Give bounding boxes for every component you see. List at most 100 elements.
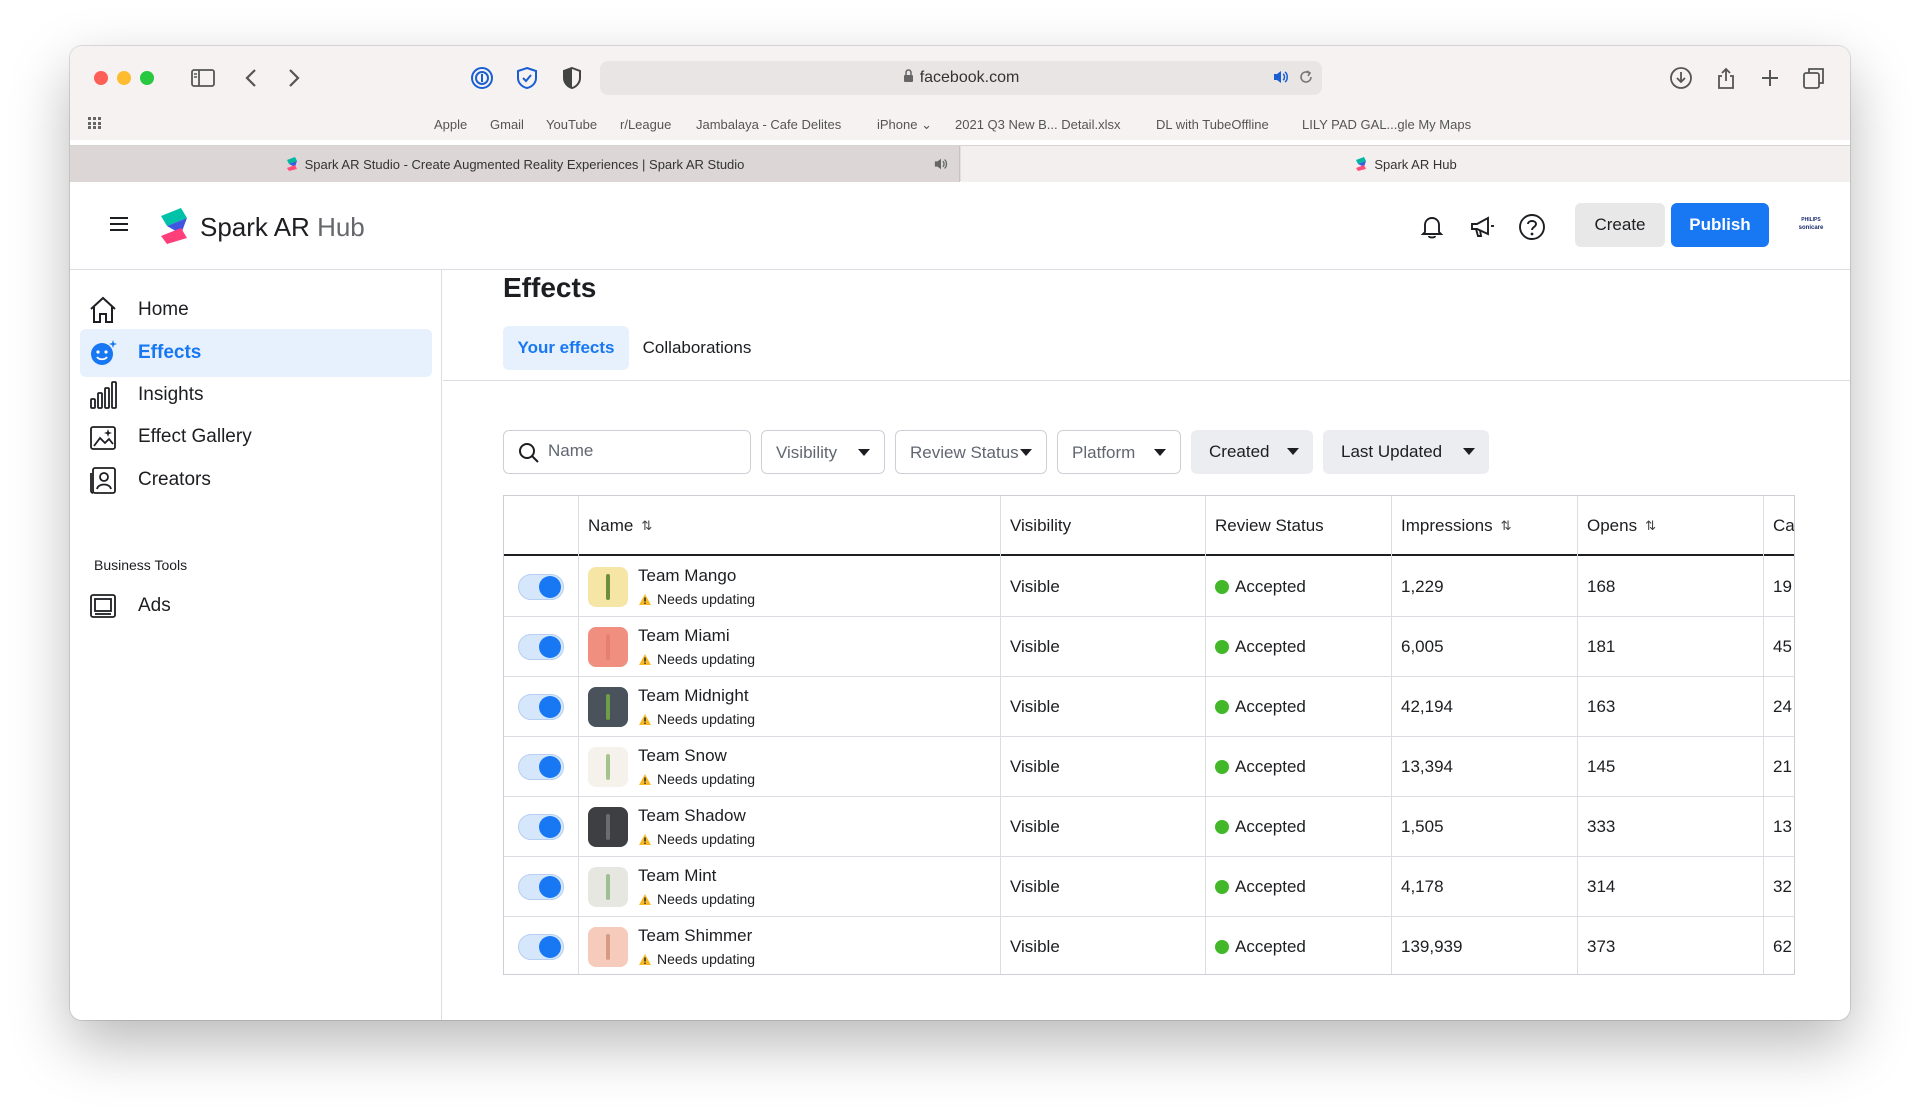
- privacy-shield-icon[interactable]: [559, 65, 585, 91]
- sidebar-item-effects[interactable]: Effects: [80, 329, 432, 377]
- effect-thumbnail[interactable]: [588, 747, 628, 787]
- effect-thumbnail[interactable]: [588, 687, 628, 727]
- toothbrush-stick: [606, 874, 610, 900]
- sort-icon[interactable]: ⇅: [641, 518, 652, 534]
- sort-icon[interactable]: ⇅: [1501, 518, 1512, 534]
- bookmark-link[interactable]: DL with TubeOffline: [1156, 117, 1269, 132]
- search-box[interactable]: [503, 430, 751, 474]
- table-row[interactable]: Team Snow Needs updating Visible Accepted 13…: [504, 737, 1794, 797]
- effect-enabled-toggle[interactable]: [518, 874, 564, 900]
- toggle-knob: [539, 576, 561, 598]
- tab-your-effects[interactable]: Your effects: [503, 326, 629, 370]
- effect-name[interactable]: Team Shimmer: [638, 926, 752, 946]
- table-row[interactable]: Team Shimmer Needs updating Visible Accepte…: [504, 917, 1794, 974]
- effect-thumbnail[interactable]: [588, 627, 628, 667]
- effect-enabled-toggle[interactable]: [518, 574, 564, 600]
- effect-thumbnail[interactable]: [588, 567, 628, 607]
- page-title: Effects: [503, 272, 597, 303]
- menu-icon[interactable]: [108, 215, 130, 238]
- close-window-button[interactable]: [94, 71, 108, 85]
- tab-audio-icon[interactable]: [933, 157, 949, 174]
- column-header-name[interactable]: Name ⇅: [578, 496, 652, 556]
- column-header-visibility: Visibility: [1000, 496, 1071, 556]
- effect-name[interactable]: Team Mango: [638, 566, 736, 586]
- sidebar-item-home[interactable]: Home: [80, 286, 432, 334]
- effect-enabled-toggle[interactable]: [518, 934, 564, 960]
- sidebar-toggle-icon[interactable]: [190, 65, 216, 91]
- sidebar-item-effect-gallery[interactable]: Effect Gallery: [80, 413, 432, 461]
- back-icon[interactable]: [238, 65, 264, 91]
- password-manager-icon[interactable]: [469, 65, 495, 91]
- effect-thumbnail[interactable]: [588, 867, 628, 907]
- sidebar-item-ads[interactable]: Ads: [80, 582, 432, 630]
- bookmark-link[interactable]: LILY PAD GAL...gle My Maps: [1302, 117, 1471, 132]
- bookmark-folder[interactable]: iPhone ⌄: [877, 117, 932, 133]
- platform-filter-dropdown[interactable]: Platform: [1057, 430, 1181, 474]
- new-tab-icon[interactable]: [1757, 65, 1783, 91]
- account-brand-avatar[interactable]: PHILIPS sonicare: [1792, 216, 1830, 236]
- created-sort-dropdown[interactable]: Created: [1191, 430, 1313, 474]
- table-row[interactable]: Team Shadow Needs updating Visible Accepted…: [504, 797, 1794, 857]
- zoom-window-button[interactable]: [140, 71, 154, 85]
- column-header-opens[interactable]: Opens ⇅: [1577, 496, 1656, 556]
- create-button[interactable]: Create: [1575, 203, 1665, 247]
- bookmark-link[interactable]: YouTube: [546, 117, 597, 132]
- table-row[interactable]: Team Midnight Needs updating Visible Accept…: [504, 677, 1794, 737]
- notifications-bell-icon[interactable]: [1418, 213, 1446, 241]
- spark-tab-icon: [1356, 157, 1367, 171]
- sidebar-item-creators[interactable]: Creators: [80, 456, 432, 504]
- caret-down-icon: [1463, 448, 1475, 455]
- speaker-icon[interactable]: [1272, 69, 1290, 90]
- forward-icon[interactable]: [281, 65, 307, 91]
- status-dot-icon: [1215, 879, 1229, 894]
- impressions-cell: 1,505: [1401, 816, 1444, 836]
- publish-button[interactable]: Publish: [1671, 203, 1769, 247]
- effect-enabled-toggle[interactable]: [518, 754, 564, 780]
- column-header-impressions[interactable]: Impressions ⇅: [1391, 496, 1512, 556]
- effect-enabled-toggle[interactable]: [518, 814, 564, 840]
- effect-thumbnail[interactable]: [588, 927, 628, 967]
- visibility-cell: Visible: [1010, 876, 1060, 896]
- help-icon[interactable]: [1518, 213, 1546, 241]
- effect-name[interactable]: Team Mint: [638, 866, 716, 886]
- last-updated-sort-dropdown[interactable]: Last Updated: [1323, 430, 1489, 474]
- toothbrush-stick: [606, 934, 610, 960]
- bookmark-link[interactable]: r/League: [620, 117, 671, 132]
- sidebar-item-insights[interactable]: Insights: [80, 371, 432, 419]
- review-status-filter-dropdown[interactable]: Review Status: [895, 430, 1047, 474]
- column-header-label: Impressions: [1401, 516, 1493, 535]
- effect-name[interactable]: Team Snow: [638, 746, 727, 766]
- effect-enabled-toggle[interactable]: [518, 694, 564, 720]
- caret-down-icon: [1287, 448, 1299, 455]
- tab-overview-icon[interactable]: [1801, 65, 1827, 91]
- shield-check-icon[interactable]: [514, 65, 540, 91]
- announcements-megaphone-icon[interactable]: [1468, 213, 1496, 241]
- effect-name[interactable]: Team Midnight: [638, 686, 749, 706]
- apps-grid-icon[interactable]: [88, 117, 104, 132]
- bookmark-link[interactable]: 2021 Q3 New B... Detail.xlsx: [955, 117, 1120, 132]
- effect-enabled-toggle[interactable]: [518, 634, 564, 660]
- visibility-filter-dropdown[interactable]: Visibility: [761, 430, 885, 474]
- effect-thumbnail[interactable]: [588, 807, 628, 847]
- download-icon[interactable]: [1668, 65, 1694, 91]
- sidebar-item-label: Effect Gallery: [138, 426, 252, 447]
- spark-ar-logo[interactable]: [158, 206, 190, 251]
- tab-collaborations[interactable]: Collaborations: [637, 326, 757, 370]
- bookmark-link[interactable]: Jambalaya - Cafe Delites: [696, 117, 841, 132]
- table-row[interactable]: Team Mint Needs updating Visible Accepted 4,…: [504, 857, 1794, 917]
- effect-name[interactable]: Team Shadow: [638, 806, 746, 826]
- search-input[interactable]: [548, 441, 738, 461]
- table-row[interactable]: Team Mango Needs updating Visible Accepted 1…: [504, 557, 1794, 617]
- bookmark-link[interactable]: Apple: [434, 117, 467, 132]
- bookmark-link[interactable]: Gmail: [490, 117, 524, 132]
- share-icon[interactable]: [1713, 65, 1739, 91]
- address-bar[interactable]: facebook.com: [600, 61, 1322, 95]
- table-row[interactable]: Team Miami Needs updating Visible Accepted 6…: [504, 617, 1794, 677]
- sort-icon[interactable]: ⇅: [1645, 518, 1656, 534]
- minimize-window-button[interactable]: [117, 71, 131, 85]
- browser-tab-active[interactable]: Spark AR Hub: [961, 146, 1850, 182]
- reload-icon[interactable]: [1298, 69, 1314, 90]
- effect-name[interactable]: Team Miami: [638, 626, 730, 646]
- captures-cell: 13: [1773, 816, 1792, 836]
- browser-tab[interactable]: Spark AR Studio - Create Augmented Reali…: [70, 146, 960, 182]
